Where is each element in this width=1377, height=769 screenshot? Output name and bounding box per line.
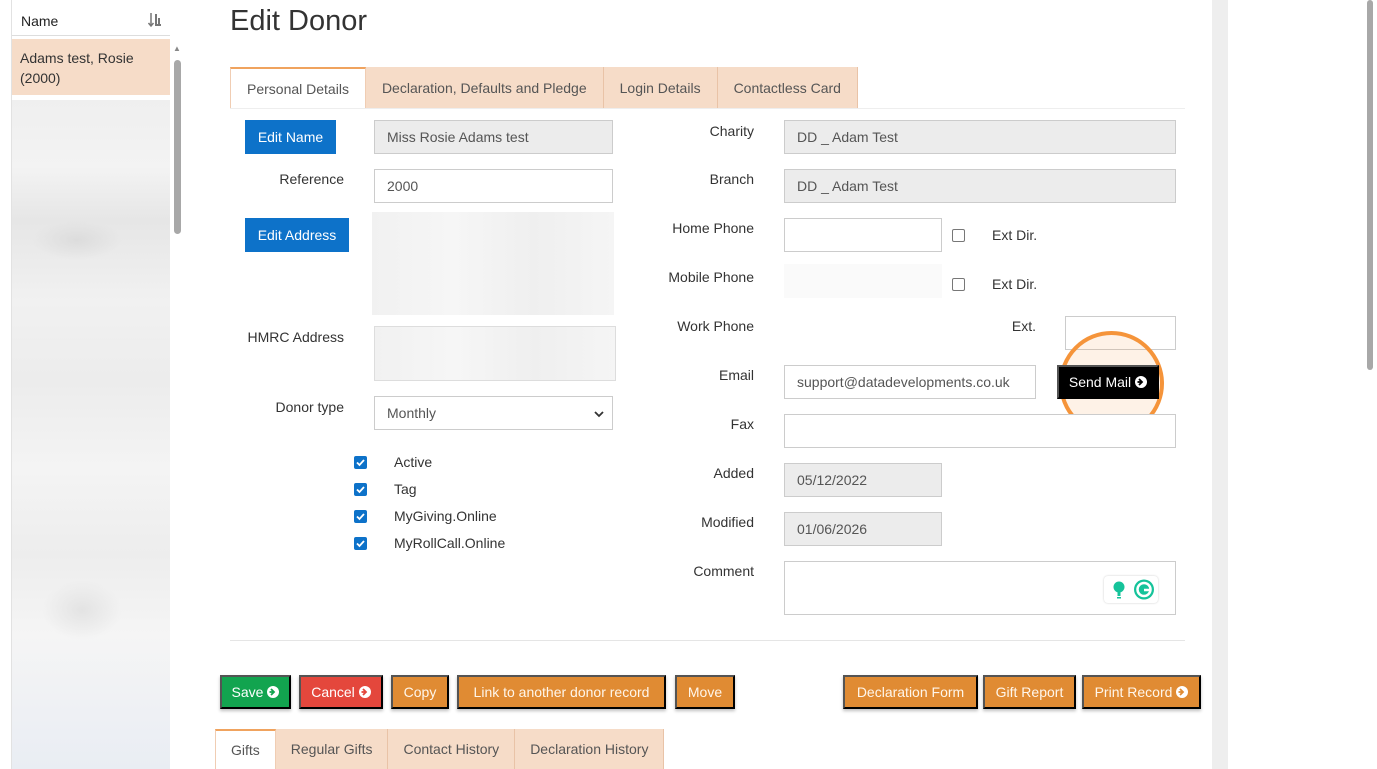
check-icon xyxy=(356,459,365,467)
list-header[interactable]: Name xyxy=(12,2,170,36)
history-tabs: Gifts Regular Gifts Contact History Decl… xyxy=(215,729,665,769)
fax-label: Fax xyxy=(730,416,754,432)
added-field: 05/12/2022 xyxy=(784,463,942,497)
branch-label: Branch xyxy=(709,171,754,187)
tab-declaration-history[interactable]: Declaration History xyxy=(515,729,665,769)
work-phone-label: Work Phone xyxy=(677,318,754,334)
hmrc-address-redacted xyxy=(374,326,616,381)
mobile-phone-redacted xyxy=(784,264,942,298)
check-icon xyxy=(356,513,365,521)
branch-field: DD _ Adam Test xyxy=(784,169,1176,203)
reference-input[interactable]: 2000 xyxy=(374,169,613,203)
copy-button[interactable]: Copy xyxy=(391,675,449,709)
tab-declaration-defaults-pledge[interactable]: Declaration, Defaults and Pledge xyxy=(365,67,604,109)
myrollcall-label: MyRollCall.Online xyxy=(394,535,506,551)
arrow-circle-right-icon xyxy=(1176,686,1189,698)
sort-icon[interactable] xyxy=(148,12,162,28)
home-phone-label: Home Phone xyxy=(672,220,754,236)
donor-list-panel: Name Adams test, Rosie (2000) ▲ xyxy=(0,0,185,769)
tag-checkbox[interactable] xyxy=(354,483,367,496)
scroll-up-icon[interactable]: ▲ xyxy=(173,44,181,53)
hmrc-address-label: HMRC Address xyxy=(247,329,344,345)
arrow-circle-right-icon xyxy=(267,686,280,698)
blurred-list-items xyxy=(12,100,170,769)
reference-label: Reference xyxy=(279,171,344,187)
page-scrollbar[interactable] xyxy=(1362,0,1377,769)
donor-name-field: Miss Rosie Adams test xyxy=(374,120,613,154)
cancel-label: Cancel xyxy=(311,684,355,700)
mobile-ext-dir-label: Ext Dir. xyxy=(992,276,1038,292)
mobile-phone-label: Mobile Phone xyxy=(668,269,754,285)
myrollcall-checkbox[interactable] xyxy=(354,537,367,550)
list-header-label: Name xyxy=(21,13,59,29)
save-label: Save xyxy=(231,684,264,700)
list-scroll-thumb[interactable] xyxy=(174,60,181,234)
edit-name-button[interactable]: Edit Name xyxy=(245,120,336,154)
arrow-circle-right-icon xyxy=(1135,376,1148,388)
tab-login-details[interactable]: Login Details xyxy=(603,67,718,109)
tab-gifts[interactable]: Gifts xyxy=(215,729,276,769)
comment-label: Comment xyxy=(693,563,754,579)
donor-type-select[interactable]: Monthly xyxy=(374,396,613,430)
edit-address-button[interactable]: Edit Address xyxy=(245,218,349,252)
send-mail-label: Send Mail xyxy=(1068,374,1132,390)
print-record-button[interactable]: Print Record xyxy=(1082,675,1201,709)
page-scroll-thumb[interactable] xyxy=(1367,0,1373,370)
donor-type-value: Monthly xyxy=(387,405,437,421)
declaration-form-button[interactable]: Declaration Form xyxy=(843,675,978,709)
mobile-ext-dir-checkbox[interactable] xyxy=(952,278,965,291)
added-label: Added xyxy=(713,465,754,481)
print-record-label: Print Record xyxy=(1094,684,1173,700)
blur-spot xyxy=(32,220,122,260)
ext-label: Ext. xyxy=(1011,318,1036,334)
modified-label: Modified xyxy=(701,514,754,530)
tab-contactless-card[interactable]: Contactless Card xyxy=(717,67,858,109)
home-ext-dir-label: Ext Dir. xyxy=(992,227,1038,243)
tab-personal-details[interactable]: Personal Details xyxy=(230,67,366,109)
move-button[interactable]: Move xyxy=(675,675,735,709)
email-label: Email xyxy=(718,367,754,383)
tag-label: Tag xyxy=(394,481,417,497)
grammarly-widget[interactable] xyxy=(1104,576,1158,603)
active-checkbox[interactable] xyxy=(354,456,367,469)
form-separator xyxy=(230,640,1185,641)
mygiving-checkbox[interactable] xyxy=(354,510,367,523)
list-scrollbar[interactable]: ▲ xyxy=(172,40,182,769)
link-donor-button[interactable]: Link to another donor record xyxy=(457,675,666,709)
cancel-button[interactable]: Cancel xyxy=(299,675,383,709)
save-button[interactable]: Save xyxy=(220,675,291,709)
address-redacted xyxy=(372,212,614,315)
chevron-down-icon xyxy=(594,411,604,418)
charity-label: Charity xyxy=(709,123,754,139)
active-label: Active xyxy=(394,454,433,470)
gift-report-button[interactable]: Gift Report xyxy=(983,675,1076,709)
right-gutter xyxy=(1212,0,1228,769)
tab-contact-history[interactable]: Contact History xyxy=(388,729,516,769)
page-title: Edit Donor xyxy=(230,5,368,37)
check-icon xyxy=(356,540,365,548)
blur-spot xyxy=(42,580,122,640)
email-input[interactable]: support@datadevelopments.co.uk xyxy=(784,365,1036,399)
donor-tabs: Personal Details Declaration, Defaults a… xyxy=(230,67,858,109)
mygiving-label: MyGiving.Online xyxy=(394,508,497,524)
charity-field: DD _ Adam Test xyxy=(784,120,1176,154)
list-item-selected[interactable]: Adams test, Rosie (2000) xyxy=(12,39,170,95)
modified-field: 01/06/2026 xyxy=(784,512,942,546)
page: Name Adams test, Rosie (2000) ▲ Edit Don… xyxy=(0,0,1377,769)
send-mail-button[interactable]: Send Mail xyxy=(1057,365,1159,399)
donor-type-label: Donor type xyxy=(275,399,344,415)
home-phone-input[interactable] xyxy=(784,218,942,252)
home-ext-dir-checkbox[interactable] xyxy=(952,229,965,242)
arrow-circle-right-icon xyxy=(358,686,371,698)
tab-regular-gifts[interactable]: Regular Gifts xyxy=(275,729,389,769)
tab-underline xyxy=(230,108,1185,109)
fax-input[interactable] xyxy=(784,414,1176,448)
grammarly-icon xyxy=(1113,579,1154,600)
check-icon xyxy=(356,486,365,494)
